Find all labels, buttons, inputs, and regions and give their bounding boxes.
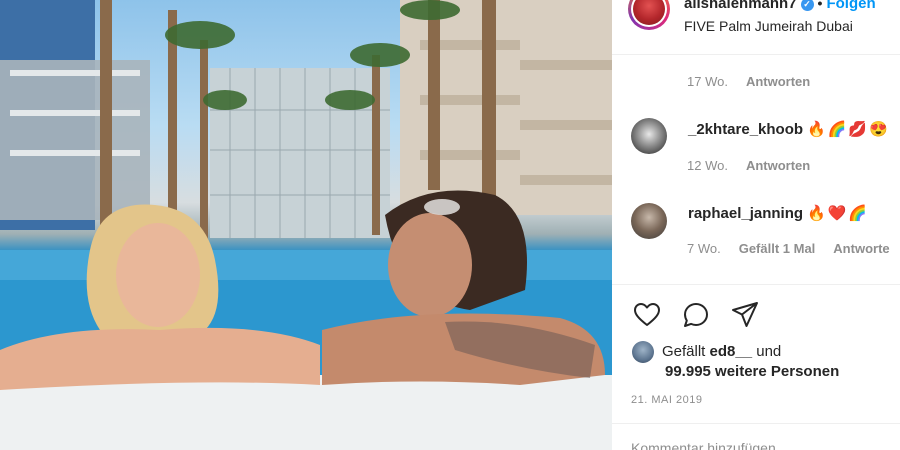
likes-summary: Gefällt ed8__ und bbox=[632, 341, 781, 363]
commenter-username[interactable]: raphael_janning bbox=[688, 205, 803, 222]
reply-button[interactable]: Antworten bbox=[746, 74, 810, 89]
heart-icon[interactable] bbox=[632, 300, 662, 330]
comment-icon[interactable] bbox=[681, 300, 711, 330]
comment-text: raphael_janning 🔥❤️🌈 bbox=[688, 204, 869, 222]
commenter-avatar[interactable] bbox=[631, 203, 667, 239]
commenter-avatar[interactable] bbox=[631, 118, 667, 154]
author-username[interactable]: alishalehmann7 bbox=[684, 0, 797, 12]
section-divider bbox=[612, 423, 900, 424]
section-divider bbox=[612, 284, 900, 285]
likes-others-button[interactable]: 99.995 weitere Personen bbox=[665, 363, 839, 380]
likes-prefix: Gefällt bbox=[662, 342, 706, 360]
comment-time[interactable]: 17 Wo. bbox=[687, 74, 728, 89]
post-side-panel: alishalehmann7 ✓ • Folgen FIVE Palm Jumeira… bbox=[612, 0, 900, 450]
reply-button[interactable]: Antworte bbox=[833, 241, 889, 256]
post-location[interactable]: FIVE Palm Jumeirah Dubai bbox=[684, 18, 853, 34]
add-comment-input[interactable]: Kommentar hinzufügen ... bbox=[631, 440, 791, 450]
follow-button[interactable]: Folgen bbox=[826, 0, 875, 12]
paper-plane-icon[interactable] bbox=[730, 300, 760, 330]
author-username-row: alishalehmann7 ✓ • Folgen bbox=[684, 0, 876, 12]
comment-text: _2khtare_khoob 🔥🌈💋😍 bbox=[688, 120, 890, 138]
post-header: alishalehmann7 ✓ • Folgen FIVE Palm Jumeira… bbox=[612, 0, 900, 55]
separator-dot: • bbox=[817, 0, 823, 11]
reply-button[interactable]: Antworten bbox=[746, 158, 810, 173]
verified-badge-icon: ✓ bbox=[800, 0, 814, 11]
commenter-username[interactable]: _2khtare_khoob bbox=[688, 121, 803, 138]
liker-username[interactable]: ed8__ bbox=[710, 343, 753, 360]
pool-scene-illustration bbox=[0, 0, 612, 450]
liker-avatar[interactable] bbox=[632, 341, 654, 363]
author-avatar[interactable] bbox=[628, 0, 670, 30]
comment-time[interactable]: 7 Wo. bbox=[687, 241, 721, 256]
post-photo[interactable] bbox=[0, 0, 612, 450]
comment-meta: 12 Wo. Antworten bbox=[687, 158, 810, 173]
comment-meta: 7 Wo. Gefällt 1 Mal Antworte bbox=[687, 241, 890, 256]
comment-time[interactable]: 12 Wo. bbox=[687, 158, 728, 173]
pool-edge bbox=[0, 375, 612, 450]
comment-emojis: 🔥🌈💋😍 bbox=[807, 121, 890, 138]
comment-emojis: 🔥❤️🌈 bbox=[807, 205, 870, 222]
comment-meta: 17 Wo. Antworten bbox=[687, 74, 810, 89]
post-date[interactable]: 21. MAI 2019 bbox=[631, 394, 702, 406]
comment-likes[interactable]: Gefällt 1 Mal bbox=[739, 241, 816, 256]
likes-conjunction: und bbox=[756, 342, 782, 360]
